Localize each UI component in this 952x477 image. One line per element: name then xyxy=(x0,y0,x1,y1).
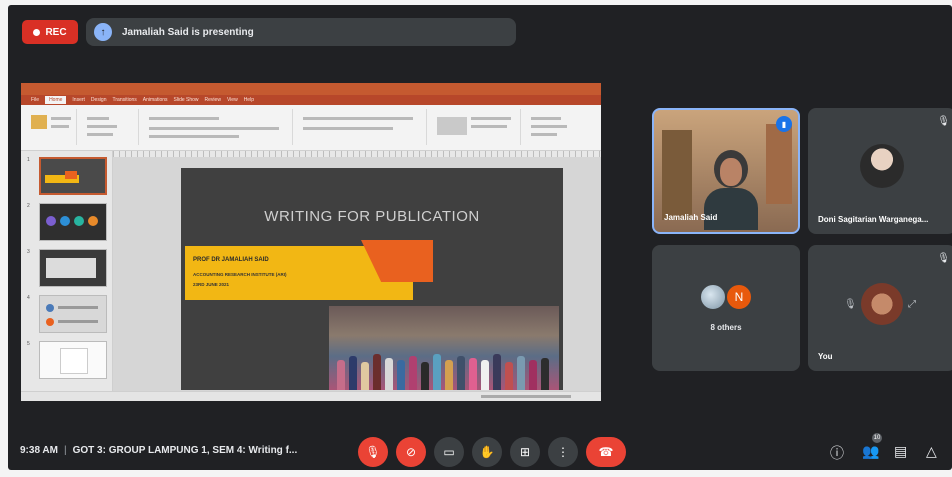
camera-off-icon: ⊘ xyxy=(405,445,417,459)
present-icon: ⊞ xyxy=(519,445,531,459)
participant-name: 8 others xyxy=(710,323,742,332)
recording-indicator: REC xyxy=(22,20,78,44)
others-avatars: N xyxy=(652,283,800,311)
ribbon-group-clipboard xyxy=(25,109,77,145)
mic-off-icon: 🎙 xyxy=(937,116,950,127)
shared-screen: File Home Insert Design Transitions Anim… xyxy=(21,83,601,401)
chat-icon[interactable]: ▤ xyxy=(894,443,907,460)
ribbon-group-font xyxy=(143,109,293,145)
more-options-button[interactable]: ⋮ xyxy=(548,437,578,467)
meet-window: REC ↑ Jamaliah Said is presenting File H… xyxy=(8,5,952,470)
ribbon-group-editing xyxy=(525,109,595,145)
slide-institute: ACCOUNTING RESEARCH INSTITUTE (ARI) xyxy=(193,272,287,277)
end-call-button[interactable]: ☎ xyxy=(586,437,626,467)
ribbon-group-paragraph xyxy=(297,109,427,145)
mic-off-icon: 🎙 xyxy=(937,253,950,264)
bookshelf xyxy=(766,124,792,204)
pin-icon[interactable]: ⤢ xyxy=(908,299,916,310)
slide-thumbnail[interactable] xyxy=(39,341,107,379)
slide-title: WRITING FOR PUBLICATION xyxy=(264,208,480,225)
participant-tile[interactable]: 🎙 Doni Sagitarian Warganega... xyxy=(808,108,952,234)
avatar xyxy=(699,283,727,311)
bottom-control-bar: 9:38 AM | GOT 3: GROUP LAMPUNG 1, SEM 4: W… xyxy=(8,433,952,470)
ppt-tab[interactable]: File xyxy=(31,97,39,103)
current-slide: WRITING FOR PUBLICATION PROF DR JAMALIAH… xyxy=(181,168,563,390)
mic-toggle-button[interactable]: 🎙 xyxy=(358,437,388,467)
people-icon[interactable]: 👥 xyxy=(862,443,879,460)
activities-icon[interactable]: △ xyxy=(926,443,937,460)
meeting-title: GOT 3: GROUP LAMPUNG 1, SEM 4: Writing f… xyxy=(72,445,298,456)
raise-hand-icon: ✋ xyxy=(479,445,495,459)
group-photo xyxy=(329,306,559,390)
more-options-icon: ⋮ xyxy=(557,445,569,459)
zoom-slider[interactable] xyxy=(481,395,571,398)
meeting-info: 9:38 AM | GOT 3: GROUP LAMPUNG 1, SEM 4: W… xyxy=(20,445,298,456)
ppt-tab[interactable]: Help xyxy=(244,97,254,103)
ppt-tab[interactable]: Review xyxy=(205,97,221,103)
captions-icon: ▭ xyxy=(443,445,455,459)
ppt-ribbon xyxy=(21,105,601,151)
slide-thumbnails: 1 2 3 4 5 xyxy=(21,151,113,391)
participant-tile-self[interactable]: 🎙 🎙 ⤢ You xyxy=(808,245,952,371)
ruler xyxy=(113,151,601,157)
present-to-all-icon: ↑ xyxy=(94,23,112,41)
ppt-tab[interactable]: Transitions xyxy=(113,97,137,103)
present-button[interactable]: ⊞ xyxy=(510,437,540,467)
presenting-text: Jamaliah Said is presenting xyxy=(122,26,254,38)
slide-thumbnail[interactable] xyxy=(39,295,107,333)
participant-name: Jamaliah Said xyxy=(664,213,718,222)
slide-thumbnail[interactable] xyxy=(39,157,107,195)
thumb-number: 4 xyxy=(27,295,30,301)
ppt-tab[interactable]: Animations xyxy=(143,97,168,103)
ppt-tab[interactable]: Slide Show xyxy=(174,97,199,103)
info-icon[interactable]: ⓘ xyxy=(830,443,844,463)
rec-label: REC xyxy=(45,26,67,38)
end-call-icon: ☎ xyxy=(598,445,614,459)
slide-thumbnail[interactable] xyxy=(39,203,107,241)
avatar xyxy=(861,283,903,325)
ppt-tab[interactable]: Design xyxy=(91,97,107,103)
bookshelf xyxy=(662,130,692,220)
ribbon-group-drawing xyxy=(431,109,521,145)
ppt-statusbar xyxy=(21,391,601,401)
slide-thumbnail[interactable] xyxy=(39,249,107,287)
people-count-badge: 10 xyxy=(872,433,882,443)
participant-name: Doni Sagitarian Warganega... xyxy=(818,215,929,224)
ppt-tab[interactable]: Insert xyxy=(72,97,85,103)
slide-presenter-name: PROF DR JAMALIAH SAID xyxy=(193,257,269,263)
slide-date: 23RD JUNE 2021 xyxy=(193,282,230,287)
mic-icon[interactable]: 🎙 xyxy=(844,299,857,310)
participant-name: You xyxy=(818,352,833,361)
avatar: N xyxy=(725,283,753,311)
ppt-titlebar xyxy=(21,83,601,95)
avatar xyxy=(860,144,904,188)
record-dot-icon xyxy=(33,28,41,36)
mic-off-icon: 🎙 xyxy=(365,445,381,459)
thumb-number: 3 xyxy=(27,249,30,255)
speaking-indicator-icon: ▮ xyxy=(776,116,792,132)
clock-time: 9:38 AM xyxy=(20,445,58,456)
presenting-banner: ↑ Jamaliah Said is presenting xyxy=(86,18,516,46)
thumb-number: 2 xyxy=(27,203,30,209)
participant-tile-others[interactable]: N 8 others xyxy=(652,245,800,371)
ppt-tab[interactable]: View xyxy=(227,97,238,103)
captions-button[interactable]: ▭ xyxy=(434,437,464,467)
raise-hand-button[interactable]: ✋ xyxy=(472,437,502,467)
camera-toggle-button[interactable]: ⊘ xyxy=(396,437,426,467)
thumb-number: 1 xyxy=(27,157,30,163)
ribbon-group-slides xyxy=(81,109,139,145)
thumb-number: 5 xyxy=(27,341,30,347)
ppt-tab[interactable]: Home xyxy=(45,96,67,104)
ppt-ribbon-tabs: File Home Insert Design Transitions Anim… xyxy=(21,95,601,105)
participant-tile-presenter[interactable]: ▮ Jamaliah Said xyxy=(652,108,800,234)
